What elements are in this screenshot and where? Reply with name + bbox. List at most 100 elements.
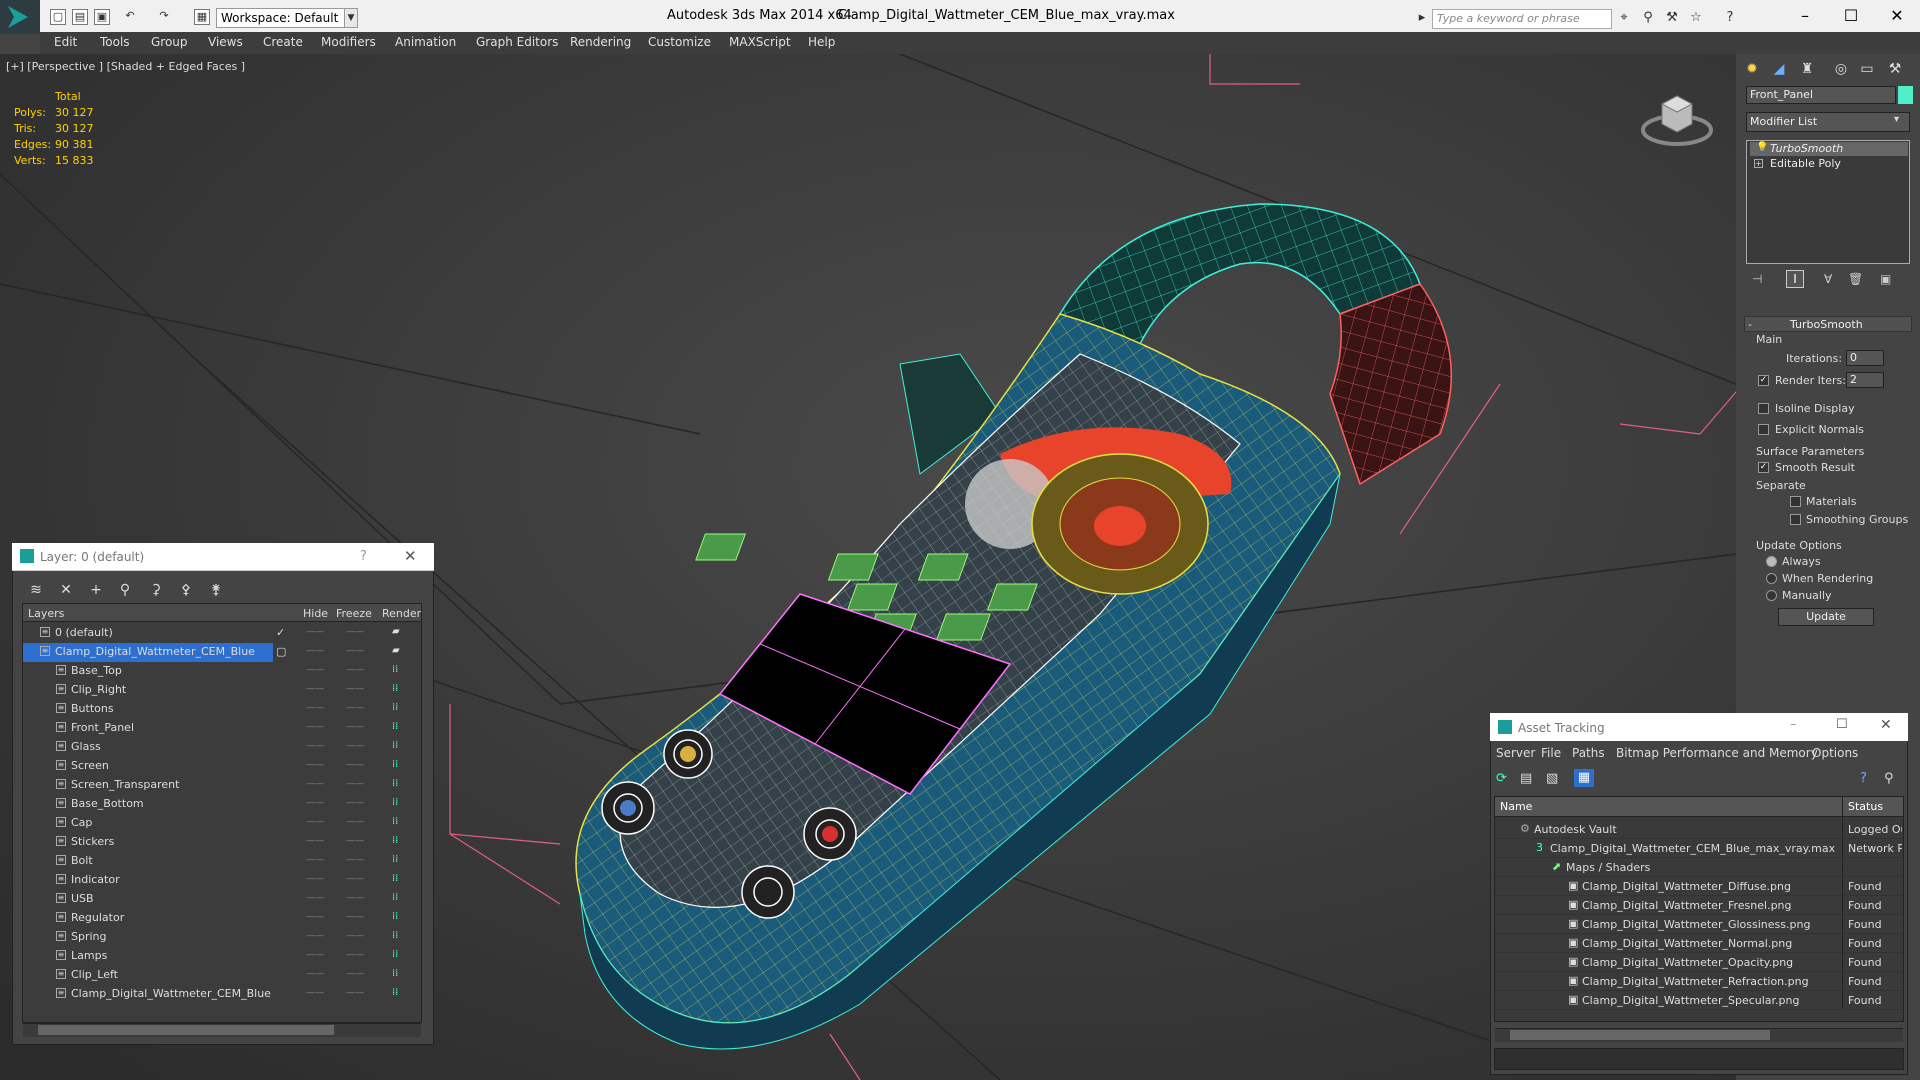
layer-scrollbar-thumb[interactable] [38,1025,334,1035]
layer-name[interactable]: USB [71,892,94,905]
render-teapot-icon[interactable]: ⁞⁞ [392,740,398,751]
col-layers[interactable]: Layers [28,607,64,620]
asset-menu-file[interactable]: File [1541,746,1561,760]
asset-name[interactable]: Clamp_Digital_Wattmeter_CEM_Blue_max_vra… [1550,842,1835,855]
layer-freeze-toggle[interactable]: —— [346,931,364,941]
menu-maxscript[interactable]: MAXScript [729,35,791,49]
render-teapot-icon[interactable]: ⁞⁞ [392,968,398,979]
layer-freeze-toggle[interactable]: —— [346,665,364,675]
stack-item-editable-poly[interactable]: Editable Poly [1750,157,1908,171]
iterations-spinner[interactable]: 0 [1846,350,1884,366]
menu-views[interactable]: Views [208,35,243,49]
layer-name[interactable]: Spring [71,930,107,943]
layer-freeze-toggle[interactable]: —— [346,779,364,789]
rollout-collapse-icon[interactable]: - [1748,318,1752,331]
render-teapot-icon[interactable]: ⁞⁞ [392,759,398,770]
layer-hide-toggle[interactable]: —— [306,760,324,770]
viewport-label[interactable]: [+] [Perspective ] [Shaded + Edged Faces… [6,60,245,73]
modifier-list-dropdown[interactable]: Modifier List [1746,112,1910,132]
layer-freeze-toggle[interactable]: —— [346,627,364,637]
hierarchy-tab-icon[interactable]: ♜ [1796,58,1818,80]
workspace-dropdown[interactable]: Workspace: Default [216,8,358,28]
search-input[interactable]: Type a keyword or phrase [1432,9,1612,29]
layer-freeze-all-icon[interactable]: ⚵ [206,580,226,600]
asset-scrollbar-thumb[interactable] [1510,1030,1770,1040]
materials-checkbox[interactable] [1790,496,1801,507]
current-layer-check-icon[interactable]: ✓ [276,626,285,639]
layer-new-icon[interactable]: ≋ [26,580,46,600]
layer-freeze-toggle[interactable]: —— [346,817,364,827]
layer-name[interactable]: Lamps [71,949,107,962]
remove-modifier-icon[interactable]: 🗑 [1848,272,1863,286]
layer-name[interactable]: Stickers [71,835,114,848]
asset-maximize-button[interactable]: ☐ [1836,717,1848,732]
layer-freeze-toggle[interactable]: —— [346,798,364,808]
layer-freeze-toggle[interactable]: —— [346,988,364,998]
motion-tab-icon[interactable]: ◎ [1830,58,1852,80]
asset-path-field[interactable] [1494,1048,1904,1070]
layer-freeze-toggle[interactable]: —— [346,646,364,656]
set-current-layer-icon[interactable]: ▢ [276,645,286,658]
asset-col-status[interactable]: Status [1848,800,1883,813]
undo-icon[interactable]: ↶ [122,9,138,25]
layer-hide-toggle[interactable]: —— [306,741,324,751]
viewcube-icon[interactable] [1640,86,1714,150]
asset-name[interactable]: Clamp_Digital_Wattmeter_Specular.png [1582,994,1799,1007]
render-teapot-icon[interactable]: ▰ [392,645,400,656]
layer-freeze-toggle[interactable]: —— [346,836,364,846]
app-logo-icon[interactable] [0,0,40,34]
render-teapot-icon[interactable]: ⁞⁞ [392,911,398,922]
menu-help[interactable]: Help [808,35,835,49]
asset-thumbnail-icon[interactable]: ▧ [1546,771,1558,786]
object-name-field[interactable]: Front_Panel [1746,86,1896,104]
layer-select-icon[interactable]: ⚲ [115,580,135,600]
object-color-swatch[interactable] [1898,86,1913,104]
layer-freeze-toggle[interactable]: —— [346,741,364,751]
help-icon[interactable]: ? [1722,10,1738,26]
asset-name[interactable]: Clamp_Digital_Wattmeter_Refraction.png [1582,975,1809,988]
menu-edit[interactable]: Edit [54,35,77,49]
render-teapot-icon[interactable]: ⁞⁞ [392,873,398,884]
smooth-result-checkbox[interactable]: ✓ [1758,462,1769,473]
smoothing-groups-checkbox[interactable] [1790,514,1801,525]
isoline-display-checkbox[interactable] [1758,403,1769,414]
asset-close-button[interactable]: ✕ [1880,717,1892,733]
layer-name[interactable]: Buttons [71,702,114,715]
explicit-normals-checkbox[interactable] [1758,424,1769,435]
make-unique-icon[interactable]: ∀ [1824,272,1832,286]
layer-name[interactable]: Screen [71,759,109,772]
layer-freeze-toggle[interactable]: —— [346,684,364,694]
menu-tools[interactable]: Tools [100,35,130,49]
render-teapot-icon[interactable]: ⁞⁞ [392,854,398,865]
layer-hide-all-icon[interactable]: ⚴ [176,580,196,600]
redo-icon[interactable]: ↷ [156,9,172,25]
layer-delete-icon[interactable]: ✕ [56,580,76,600]
render-teapot-icon[interactable]: ⁞⁞ [392,816,398,827]
layer-hide-toggle[interactable]: —— [306,855,324,865]
show-end-result-icon[interactable]: I [1786,270,1804,288]
asset-name[interactable]: Clamp_Digital_Wattmeter_Glossiness.png [1582,918,1810,931]
open-file-icon[interactable]: ▤ [72,9,88,25]
layer-name[interactable]: Front_Panel [71,721,134,734]
layer-name[interactable]: Screen_Transparent [71,778,179,791]
asset-table-view-icon[interactable]: ▦ [1574,769,1594,787]
layer-name[interactable]: Cap [71,816,92,829]
render-iters-spinner[interactable]: 2 [1846,372,1884,388]
display-tab-icon[interactable]: ▭ [1856,58,1878,80]
layer-freeze-toggle[interactable]: —— [346,950,364,960]
render-teapot-icon[interactable]: ⁞⁞ [392,835,398,846]
utilities-tab-icon[interactable]: ⚒ [1884,58,1906,80]
render-teapot-icon[interactable]: ⁞⁞ [392,987,398,998]
render-teapot-icon[interactable]: ⁞⁞ [392,721,398,732]
render-teapot-icon[interactable]: ⁞⁞ [392,664,398,675]
layer-hide-toggle[interactable]: —— [306,874,324,884]
render-teapot-icon[interactable]: ⁞⁞ [392,778,398,789]
layer-name[interactable]: Clip_Right [71,683,126,696]
create-tab-icon[interactable]: ✹ [1741,58,1763,80]
minimize-button[interactable]: – [1782,0,1828,32]
asset-menu-options[interactable]: Options [1812,746,1858,760]
layer-hide-toggle[interactable]: —— [306,817,324,827]
layer-name[interactable]: Indicator [71,873,120,886]
asset-menu-server[interactable]: Server [1496,746,1535,760]
update-button[interactable]: Update [1778,608,1874,626]
